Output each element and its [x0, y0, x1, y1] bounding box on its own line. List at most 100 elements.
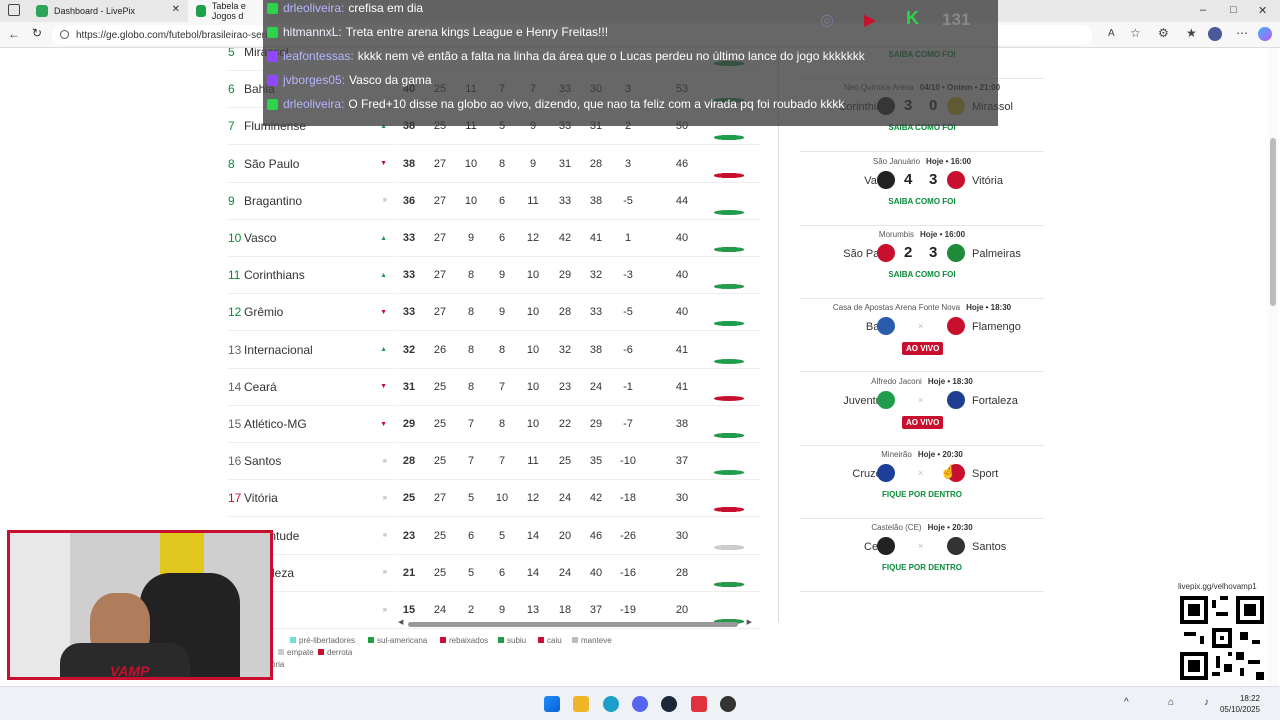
- volume-icon[interactable]: ♪: [1204, 697, 1209, 708]
- team-percentage: 20: [675, 604, 689, 616]
- standings-team-row[interactable]: 9 Bragantino ■: [228, 183, 393, 220]
- team-stat: 27: [433, 306, 447, 319]
- away-team[interactable]: Santos: [972, 541, 1006, 553]
- away-team[interactable]: Fortaleza: [972, 395, 1018, 407]
- kick-icon: K: [906, 8, 919, 28]
- tab-actions-icon[interactable]: [8, 4, 20, 16]
- team-name[interactable]: Atlético-MG: [244, 417, 307, 431]
- away-team[interactable]: Flamengo: [972, 321, 1021, 333]
- game-card[interactable]: Morumbis Hoje • 16:00 São Paulo 2 3 Palmeiras…: [800, 226, 1044, 299]
- team-stat: 28: [589, 157, 603, 170]
- scroll-thumb[interactable]: [408, 622, 738, 627]
- steam-icon[interactable]: [661, 696, 677, 712]
- file-explorer-icon[interactable]: [573, 696, 589, 712]
- away-team[interactable]: Palmeiras: [972, 248, 1021, 260]
- reload-icon[interactable]: ↻: [32, 26, 42, 40]
- back-icon[interactable]: ←: [8, 27, 20, 41]
- team-name[interactable]: Santos: [244, 454, 281, 468]
- team-name[interactable]: Grêmio: [244, 305, 283, 319]
- standings-team-row[interactable]: 11 Corinthians ▲: [228, 257, 393, 295]
- team-position: 9: [228, 193, 235, 208]
- game-link[interactable]: FIQUE POR DENTRO: [800, 490, 1044, 499]
- edge-icon[interactable]: [603, 696, 619, 712]
- team-stat: 42: [589, 492, 603, 505]
- team-name[interactable]: Corinthians: [244, 268, 305, 282]
- profile-avatar[interactable]: [1208, 27, 1222, 41]
- team-points: 38: [402, 157, 416, 170]
- team-name[interactable]: Vasco: [244, 231, 276, 245]
- discord-icon[interactable]: [632, 696, 648, 712]
- live-badge[interactable]: AO VIVO: [902, 342, 944, 356]
- team-stat: 8: [467, 380, 475, 393]
- favorites-icon[interactable]: ★: [1186, 26, 1197, 40]
- close-window-button[interactable]: ✕: [1258, 4, 1267, 17]
- team-stat: 42: [558, 232, 572, 244]
- team-position: 12: [228, 305, 242, 320]
- standings-stats-row: 36 27 10 6 11 33 38 -5 44: [394, 183, 760, 220]
- start-icon[interactable]: [544, 696, 560, 712]
- team-name[interactable]: Internacional: [244, 343, 313, 357]
- team-stat: 26: [433, 343, 447, 356]
- team-stat: 22: [558, 418, 572, 430]
- team-stat: 31: [558, 157, 572, 170]
- standings-team-row[interactable]: 12 Grêmio ▼: [228, 294, 393, 332]
- standings-team-row[interactable]: 16 Santos ■: [228, 443, 393, 481]
- maximize-button[interactable]: □: [1230, 4, 1237, 16]
- game-card[interactable]: Castelão (CE)Hoje • 20:30Ceará×SantosFIQ…: [800, 519, 1044, 593]
- game-card[interactable]: Casa de Apostas Arena Fonte Nova Hoje • 1…: [800, 299, 1044, 373]
- valorant-icon[interactable]: [691, 696, 707, 712]
- favorite-star-icon[interactable]: ☆: [1130, 26, 1141, 40]
- site-info-icon[interactable]: [60, 30, 69, 39]
- team-points: 23: [402, 529, 416, 542]
- close-icon[interactable]: ✕: [172, 4, 180, 15]
- scroll-left-icon[interactable]: ◀: [398, 618, 403, 626]
- extensions-icon[interactable]: ⚙: [1158, 26, 1169, 40]
- page-scrollbar[interactable]: [1268, 48, 1278, 686]
- read-aloud-icon[interactable]: A: [1108, 28, 1115, 39]
- standings-team-row[interactable]: 14 Ceará ▼: [228, 369, 393, 406]
- standings-stats-row: 29 25 7 8 10 22 29 -7 38: [394, 406, 760, 443]
- game-card[interactable]: Mineirão Hoje • 20:30 Cruzeiro × Sport FIQUE …: [800, 446, 1044, 519]
- trend-same-icon: ■: [382, 457, 387, 465]
- standings-team-row[interactable]: 17 Vitória ■: [228, 480, 393, 518]
- away-team[interactable]: Vitória: [972, 175, 1003, 187]
- legend-label: sul-americana: [377, 636, 428, 645]
- standings-team-row[interactable]: 8 São Paulo ▼: [228, 146, 393, 183]
- game-card[interactable]: Alfredo Jaconi Hoje • 18:30 Juventude × Fort…: [800, 373, 1044, 446]
- team-name[interactable]: Ceará: [244, 380, 277, 394]
- table-horizontal-scrollbar[interactable]: ◀ ▶: [398, 618, 752, 628]
- legend-swatch: [538, 637, 544, 643]
- game-link[interactable]: SAIBA COMO FOI: [800, 270, 1044, 279]
- team-name[interactable]: São Paulo: [244, 157, 299, 171]
- away-team[interactable]: Sport: [972, 468, 998, 480]
- tray-chevron-icon[interactable]: ^: [1124, 697, 1129, 708]
- team-name[interactable]: Bragantino: [244, 194, 302, 208]
- copilot-icon[interactable]: [1258, 27, 1272, 41]
- legend-swatch: [318, 649, 324, 655]
- minimize-button[interactable]: –: [1200, 4, 1206, 16]
- more-menu-icon[interactable]: ⋯: [1236, 26, 1248, 40]
- standings-team-row[interactable]: 10 Vasco ▲: [228, 220, 393, 257]
- team-stat: 7: [498, 380, 506, 393]
- obs-icon[interactable]: [720, 696, 736, 712]
- tab-ge-tabela[interactable]: Tabela e Jogos d: [188, 0, 268, 22]
- cam-brand-logo: VAMP: [110, 663, 150, 679]
- recent-form: [714, 570, 754, 587]
- trend-same-icon: ■: [382, 494, 387, 502]
- chat-text: Treta entre arena kings League e Henry F…: [345, 25, 609, 39]
- standings-team-row[interactable]: 13 Internacional ▲: [228, 332, 393, 369]
- scroll-right-icon[interactable]: ▶: [747, 618, 752, 626]
- taskbar-clock[interactable]: 18:22 05/10/2025: [1220, 693, 1260, 715]
- legend-item: empate: [278, 648, 314, 657]
- live-badge[interactable]: AO VIVO: [902, 415, 944, 429]
- team-name[interactable]: Vitória: [244, 491, 278, 505]
- tab-livepix[interactable]: Dashboard - LivePix ✕: [28, 0, 188, 22]
- game-card[interactable]: São JanuárioHoje • 16:00Vasco43VitóriaSA…: [800, 153, 1044, 226]
- game-link[interactable]: SAIBA COMO FOI: [800, 197, 1044, 206]
- network-icon[interactable]: ⌂: [1168, 697, 1174, 708]
- game-link[interactable]: FIQUE POR DENTRO: [800, 563, 1044, 572]
- page-scroll-thumb[interactable]: [1270, 138, 1276, 306]
- form-result-dot: [714, 321, 744, 327]
- team-stat: 25: [433, 529, 447, 542]
- standings-team-row[interactable]: 15 Atlético-MG ▼: [228, 406, 393, 443]
